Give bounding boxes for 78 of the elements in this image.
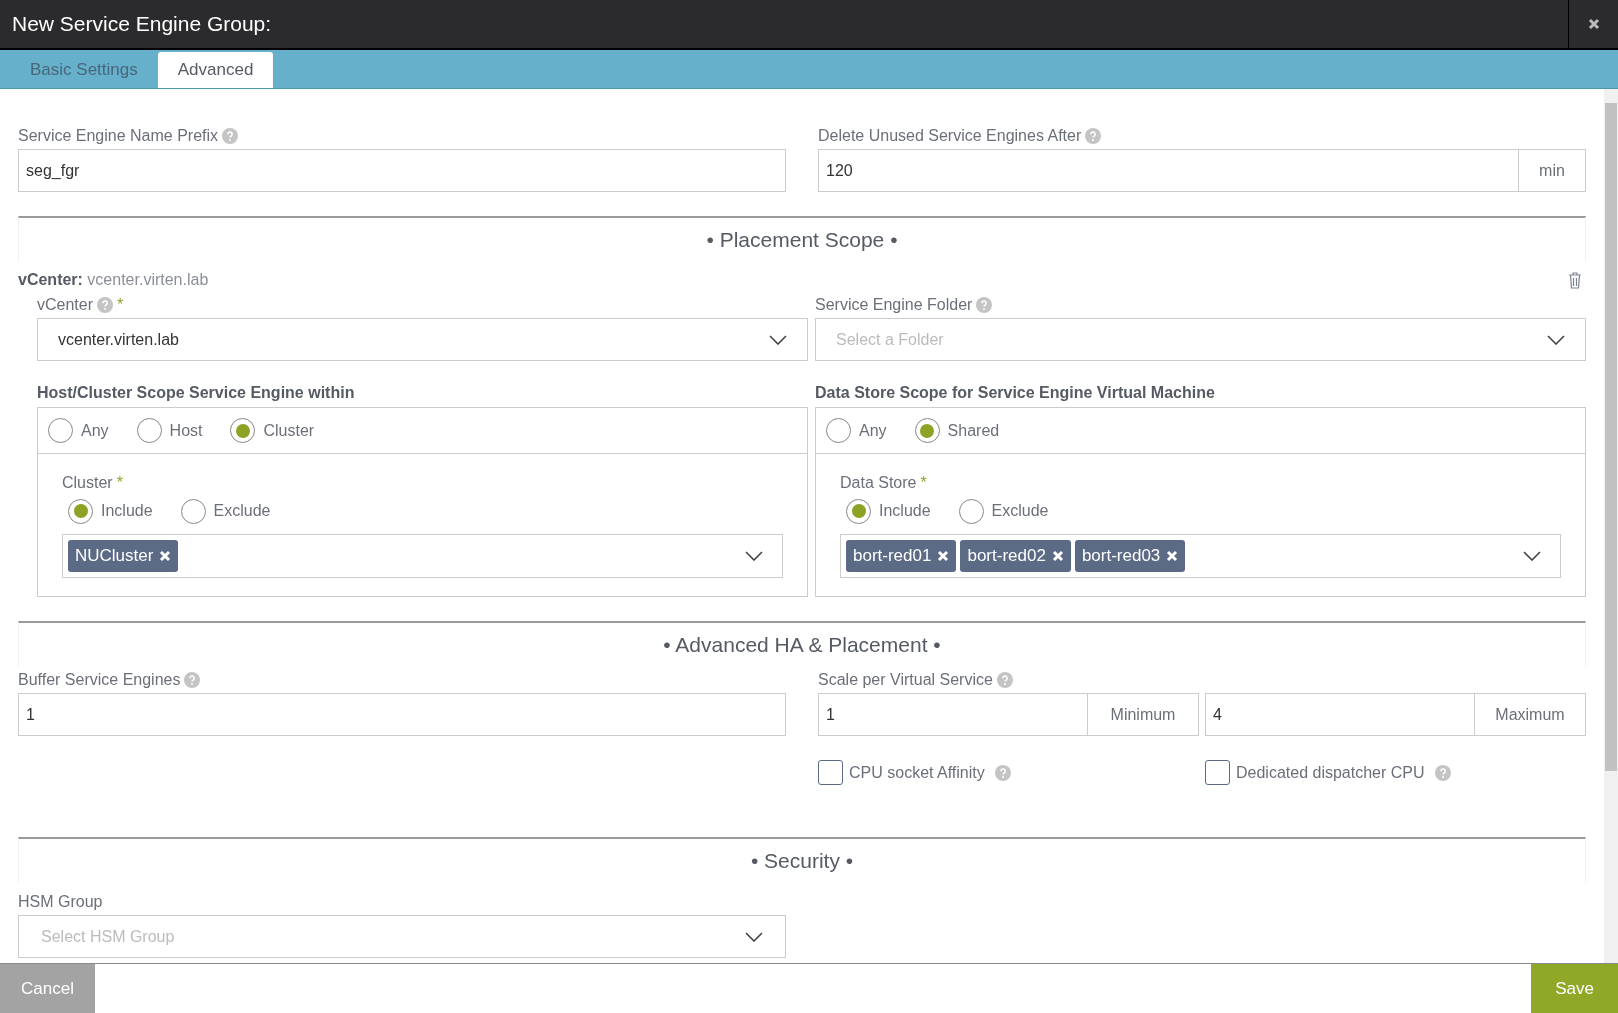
radio-button[interactable] — [846, 498, 871, 524]
tag-chip: NUCluster — [68, 540, 179, 572]
help-icon — [994, 764, 1011, 781]
chevron-down-icon — [769, 334, 787, 345]
scrollbar[interactable] — [1604, 89, 1618, 963]
chevron-down-icon — [1523, 551, 1541, 561]
required-mark: * — [117, 295, 124, 315]
remove-icon[interactable] — [1166, 550, 1179, 562]
required-mark: * — [920, 473, 927, 493]
chevron-down-icon — [1547, 334, 1565, 345]
close-icon — [1587, 18, 1600, 30]
delete-after-field[interactable]: 120 — [818, 149, 1519, 192]
field-label: Buffer Service Engines — [18, 670, 181, 690]
radio-option[interactable]: Exclude — [180, 498, 271, 524]
required-mark: * — [116, 473, 123, 493]
name-prefix-field[interactable]: seg_fgr — [18, 149, 786, 192]
trash-icon[interactable] — [1568, 271, 1582, 289]
section-title: • Advanced HA & Placement • — [663, 632, 941, 659]
save-button[interactable]: Save — [1531, 964, 1618, 1013]
tag-select[interactable]: bort-red01 bort-red02 bort-red03 — [840, 534, 1561, 578]
vcenter-select[interactable]: vcenter.virten.lab — [37, 318, 808, 361]
group-heading: Data Store Scope for Service Engine Virtual Machine — [815, 383, 1216, 403]
radio-button[interactable] — [180, 498, 206, 524]
field-label: Service Engine Name Prefix — [18, 126, 219, 146]
radio-button[interactable] — [68, 498, 93, 524]
tag-select[interactable]: NUCluster — [62, 534, 783, 578]
field-label: Cluster — [62, 473, 113, 493]
field-label: HSM Group — [18, 892, 103, 912]
tag-chip: bort-red01 — [846, 540, 957, 572]
help-icon — [1434, 764, 1451, 781]
field-label: Scale per Virtual Service — [818, 670, 993, 690]
radio-button[interactable] — [826, 418, 851, 443]
scale-field[interactable]: 1 — [818, 693, 1088, 736]
field-label: Service Engine Folder — [815, 295, 973, 315]
field-label: vCenter — [37, 295, 94, 315]
scale-field[interactable]: 4 — [1205, 693, 1475, 736]
checkbox-option[interactable]: Dedicated dispatcher CPU — [1205, 760, 1586, 785]
section-title: • Security • — [750, 848, 854, 875]
checkbox[interactable] — [818, 760, 843, 785]
radio-option[interactable]: Cluster — [230, 418, 315, 443]
tag-chip: bort-red02 — [960, 540, 1071, 572]
field-label: Delete Unused Service Engines After — [818, 126, 1082, 146]
radio-button[interactable] — [230, 418, 256, 443]
group-heading: Host/Cluster Scope Service Engine within — [37, 383, 356, 403]
radio-button[interactable] — [48, 418, 73, 443]
vcenter-heading: vCenter: vcenter.virten.lab — [18, 270, 209, 290]
radio-option[interactable]: Shared — [914, 418, 1000, 443]
help-icon — [97, 297, 114, 313]
radio-option[interactable]: Any — [48, 418, 109, 443]
window-title: New Service Engine Group: — [11, 11, 273, 38]
radio-button[interactable] — [958, 498, 984, 524]
radio-option[interactable]: Include — [68, 498, 153, 524]
remove-icon[interactable] — [1051, 550, 1064, 562]
section-title: • Placement Scope • — [706, 227, 898, 254]
checkbox[interactable] — [1205, 760, 1230, 785]
buffer-field[interactable]: 1 — [18, 693, 786, 736]
radio-option[interactable]: Include — [846, 498, 931, 524]
remove-icon[interactable] — [159, 550, 172, 562]
radio-option[interactable]: Exclude — [958, 498, 1049, 524]
help-icon — [184, 672, 201, 688]
tag-chip: bort-red03 — [1074, 540, 1186, 572]
chevron-down-icon — [745, 551, 763, 561]
chevron-down-icon — [745, 931, 763, 942]
help-icon — [996, 672, 1013, 688]
radio-button[interactable] — [136, 418, 162, 443]
remove-icon[interactable] — [937, 550, 950, 562]
help-icon — [976, 297, 993, 313]
tab[interactable]: Advanced — [157, 52, 274, 88]
radio-option[interactable]: Host — [136, 418, 203, 443]
checkbox-option[interactable]: CPU socket Affinity — [818, 760, 1199, 785]
unit-addon: Minimum — [1088, 693, 1199, 736]
help-icon — [222, 128, 239, 144]
radio-button[interactable] — [914, 418, 940, 443]
field-label: Data Store — [840, 473, 917, 493]
unit-addon: min — [1519, 149, 1586, 192]
help-icon — [1085, 128, 1102, 144]
radio-option[interactable]: Any — [826, 418, 887, 443]
unit-addon: Maximum — [1475, 693, 1586, 736]
